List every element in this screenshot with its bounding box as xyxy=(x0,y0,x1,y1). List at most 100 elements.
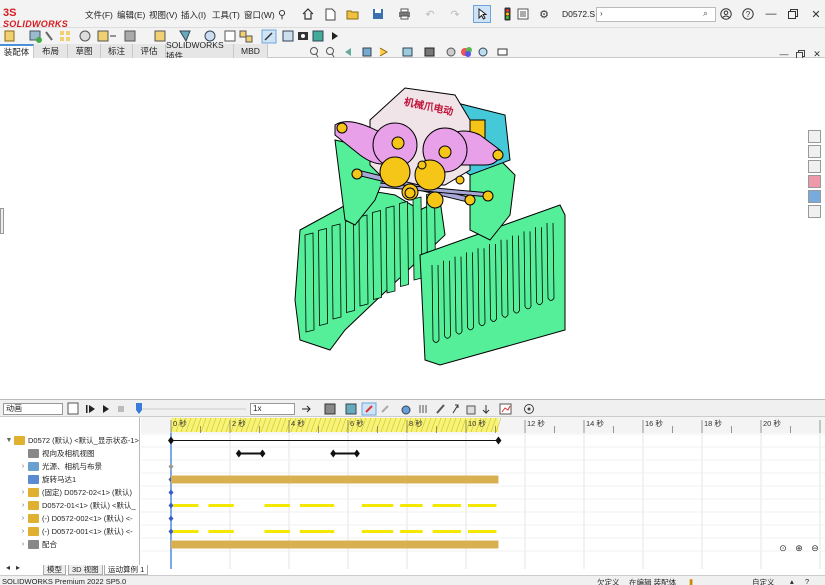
redo-icon[interactable]: ↷ xyxy=(447,6,463,22)
expand-icon[interactable]: › xyxy=(18,502,28,509)
heads-up-view-toolbar[interactable] xyxy=(305,45,525,59)
time-tick-label: 16 秒 xyxy=(645,418,663,428)
tree-item[interactable]: › (固定) D0572-02<1> (默认) xyxy=(0,486,132,499)
feature-tree-flyout-handle[interactable] xyxy=(0,208,4,234)
restore-icon[interactable] xyxy=(785,6,801,22)
timeline-area[interactable]: 0 秒 2 秒 4 秒 6 秒 8 秒 10 秒 12 秒 14 秒 16 秒 18 秒 20 秒 xyxy=(141,417,825,569)
options-gear-icon[interactable]: ⚙ xyxy=(536,6,552,22)
zoom-fit-timeline-icon[interactable]: ⊙ xyxy=(775,540,791,556)
tree-item[interactable]: ▼ D0572 (默认) <默认_显示状态-1> xyxy=(0,434,139,447)
new-document-icon[interactable] xyxy=(322,6,338,22)
solidworks-resources-icon[interactable] xyxy=(808,130,821,143)
claw-tooth xyxy=(372,209,382,301)
tab-solidworks-addins[interactable]: SOLIDWORKS 插件 xyxy=(166,40,234,61)
assembly-features-icon xyxy=(154,30,166,42)
tab-scroll-right-icon[interactable]: ▸ xyxy=(13,562,23,572)
tab-sketch[interactable]: 草图 xyxy=(68,44,101,58)
view-keyframe xyxy=(353,449,360,458)
claw-tooth xyxy=(318,227,328,327)
robotic-claw-model[interactable]: 机械爪电动 xyxy=(280,86,580,406)
tab-markup[interactable]: 标注 xyxy=(101,44,133,58)
open-icon[interactable] xyxy=(344,6,360,22)
print-icon[interactable] xyxy=(396,6,412,22)
tab-evaluate[interactable]: 评估 xyxy=(133,44,166,58)
expand-icon[interactable]: › xyxy=(18,489,28,496)
tree-item-label: (-) D0572-002<1> (默认) <- xyxy=(42,514,133,523)
keyframe xyxy=(168,528,174,535)
component-motion-segment xyxy=(361,530,394,533)
file-explorer-icon[interactable] xyxy=(808,160,821,173)
tree-item[interactable]: › (-) D0572-002<1> (默认) <- xyxy=(0,512,133,525)
zoom-out-timeline-icon[interactable]: ⊖ xyxy=(807,540,823,556)
tree-item[interactable]: › 配合 xyxy=(0,538,57,551)
search-commands-input[interactable]: › ⌕ xyxy=(596,7,716,22)
zoom-to-area-icon xyxy=(326,47,335,58)
tree-item[interactable]: 视向及相机视图 xyxy=(0,447,95,460)
study-type-select[interactable]: 动画 xyxy=(3,403,63,415)
traffic-light-icon[interactable] xyxy=(499,6,515,22)
view-palette-icon[interactable] xyxy=(808,175,821,188)
rebuild-icon[interactable]: ▮ xyxy=(689,577,693,585)
playback-speed-select[interactable]: 1x xyxy=(250,403,295,415)
assembly-icon xyxy=(14,436,25,445)
file-properties-icon[interactable] xyxy=(515,6,531,22)
time-tick-label: 0 秒 xyxy=(173,418,187,428)
time-tick-label: 6 秒 xyxy=(350,418,364,428)
design-library-icon[interactable] xyxy=(808,145,821,158)
home-icon[interactable] xyxy=(300,6,316,22)
motor-icon xyxy=(401,405,411,415)
save-icon[interactable] xyxy=(370,6,386,22)
motion-tools xyxy=(302,402,534,416)
expand-icon[interactable]: › xyxy=(18,528,28,535)
edit-appearance-icon xyxy=(461,47,472,57)
menu-file[interactable]: 文件(F) xyxy=(85,9,113,21)
display-style-icon xyxy=(424,47,435,57)
tree-item-label: 旋转马达1 xyxy=(42,475,77,484)
undo-icon[interactable]: ↶ xyxy=(422,6,438,22)
time-tick-label: 8 秒 xyxy=(409,418,423,428)
view-keyframe xyxy=(235,449,242,458)
tab-mbd[interactable]: MBD xyxy=(234,44,268,58)
tab-3d-views[interactable]: 3D 视图 xyxy=(68,565,103,575)
tree-item[interactable]: › D0572-01<1> (默认) <默认_ xyxy=(0,499,136,512)
menu-view[interactable]: 视图(V) xyxy=(149,9,177,21)
expand-icon[interactable]: › xyxy=(18,515,28,522)
exploded-view-icon xyxy=(239,30,253,43)
graphics-area[interactable]: 机械爪电动 xyxy=(0,58,825,398)
time-tick-label: 2 秒 xyxy=(232,418,246,428)
zoom-to-fit-icon xyxy=(310,47,319,58)
menu-edit[interactable]: 编辑(E) xyxy=(117,9,145,21)
mates-bar xyxy=(171,540,499,549)
pin-icon[interactable]: ⚲ xyxy=(274,6,290,22)
units-system[interactable]: 自定义 xyxy=(752,577,775,585)
tab-assembly[interactable]: 装配体 xyxy=(0,44,34,58)
timeline-zoom-controls: ⊙ ⊕ ⊖ xyxy=(775,540,823,554)
appearances-scenes-icon[interactable] xyxy=(808,190,821,203)
help-icon[interactable]: ? xyxy=(740,6,756,22)
component-motion-segment xyxy=(361,504,394,507)
collapse-icon[interactable]: ▼ xyxy=(4,437,14,444)
minimize-icon[interactable]: — xyxy=(763,6,779,22)
tab-scroll-left-icon[interactable]: ◂ xyxy=(3,562,13,572)
tree-item[interactable]: › (-) D0572-001<1> (默认) <- xyxy=(0,525,133,538)
status-help-icon[interactable]: ? xyxy=(805,577,809,585)
expand-icon[interactable]: › xyxy=(18,463,28,470)
menu-insert[interactable]: 插入(I) xyxy=(181,9,206,21)
select-pointer-icon[interactable] xyxy=(473,5,491,23)
search-icon[interactable]: ⌕ xyxy=(703,8,708,19)
close-icon[interactable]: ✕ xyxy=(808,6,824,22)
tree-item[interactable]: › 光源、相机与布景 xyxy=(0,460,102,473)
units-dropdown-icon[interactable]: ▴ xyxy=(790,577,794,585)
menu-window[interactable]: 窗口(W) xyxy=(244,9,275,21)
tab-model[interactable]: 模型 xyxy=(43,565,66,575)
view-orientation-icon xyxy=(402,47,413,57)
menu-tools[interactable]: 工具(T) xyxy=(212,9,240,21)
tab-layout[interactable]: 布局 xyxy=(34,44,68,58)
zoom-in-timeline-icon[interactable]: ⊕ xyxy=(791,540,807,556)
tree-item[interactable]: 旋转马达1 xyxy=(0,473,76,486)
custom-properties-icon[interactable] xyxy=(808,205,821,218)
timeline-chart[interactable]: 0 秒 2 秒 4 秒 6 秒 8 秒 10 秒 12 秒 14 秒 16 秒 18 秒 20 秒 xyxy=(141,417,825,569)
user-account-icon[interactable] xyxy=(718,6,734,22)
expand-icon[interactable]: › xyxy=(18,541,28,548)
tab-motion-study-1[interactable]: 运动算例 1 xyxy=(104,565,149,575)
